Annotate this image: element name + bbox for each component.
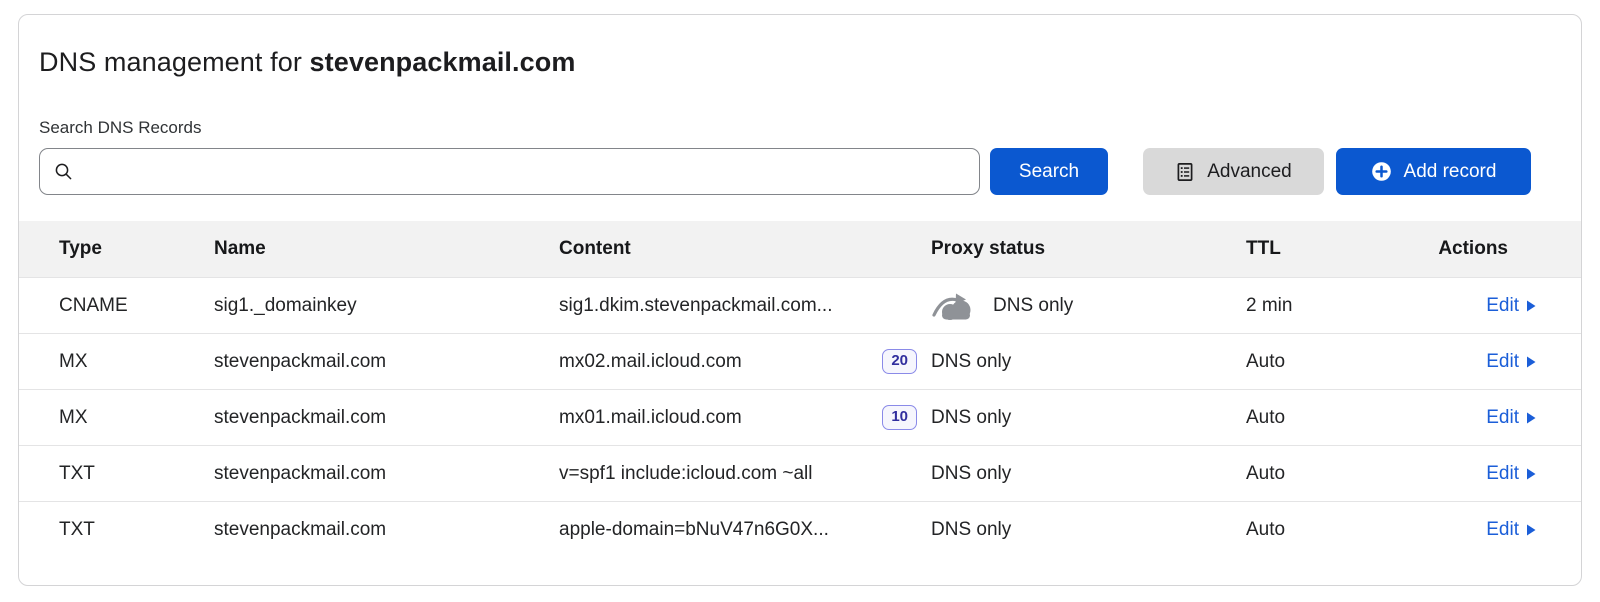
page-title-domain: stevenpackmail.com — [310, 47, 576, 77]
edit-link-label: Edit — [1486, 295, 1519, 317]
record-type: CNAME — [59, 295, 214, 317]
record-content: sig1.dkim.stevenpackmail.com... — [559, 295, 931, 317]
search-box[interactable] — [39, 148, 980, 195]
dns-records-table: Type Name Content Proxy status TTL Actio… — [19, 221, 1581, 557]
search-button[interactable]: Search — [990, 148, 1108, 195]
record-type: TXT — [59, 463, 214, 485]
arrow-right-icon — [1527, 412, 1536, 424]
header-actions: Actions — [1376, 238, 1536, 260]
plus-circle-icon — [1371, 161, 1392, 182]
record-ttl: Auto — [1246, 519, 1376, 541]
record-actions: Edit — [1376, 407, 1536, 429]
record-type: TXT — [59, 519, 214, 541]
page-title-prefix: DNS management for — [39, 47, 310, 77]
record-name: stevenpackmail.com — [214, 351, 559, 373]
search-input[interactable] — [83, 161, 965, 182]
record-ttl: Auto — [1246, 407, 1376, 429]
record-proxy-status: DNS only — [931, 519, 1246, 541]
edit-link-label: Edit — [1486, 463, 1519, 485]
add-record-button-label: Add record — [1404, 161, 1497, 183]
table-row: TXT stevenpackmail.com apple-domain=bNuV… — [19, 501, 1581, 557]
search-label: Search DNS Records — [39, 118, 1561, 138]
edit-link-label: Edit — [1486, 407, 1519, 429]
table-row: CNAME sig1._domainkey sig1.dkim.stevenpa… — [19, 277, 1581, 333]
edit-link-label: Edit — [1486, 351, 1519, 373]
record-ttl: Auto — [1246, 351, 1376, 373]
record-content-text: mx01.mail.icloud.com — [559, 407, 742, 429]
record-content: v=spf1 include:icloud.com ~all — [559, 463, 931, 485]
dns-management-card: DNS management for stevenpackmail.com Se… — [18, 14, 1582, 586]
record-proxy-status: DNS only — [931, 351, 1246, 373]
search-icon — [54, 162, 73, 181]
edit-link[interactable]: Edit — [1486, 519, 1536, 541]
record-content-text: apple-domain=bNuV47n6G0X... — [559, 519, 829, 541]
proxy-status-text: DNS only — [931, 407, 1011, 429]
record-name: stevenpackmail.com — [214, 519, 559, 541]
record-name: stevenpackmail.com — [214, 407, 559, 429]
record-content: apple-domain=bNuV47n6G0X... — [559, 519, 931, 541]
record-name: stevenpackmail.com — [214, 463, 559, 485]
record-content: mx01.mail.icloud.com 10 — [559, 405, 931, 430]
header-type: Type — [59, 238, 214, 260]
record-actions: Edit — [1376, 351, 1536, 373]
proxy-status-text: DNS only — [993, 295, 1073, 317]
table-header-row: Type Name Content Proxy status TTL Actio… — [19, 221, 1581, 277]
arrow-right-icon — [1527, 468, 1536, 480]
record-ttl: 2 min — [1246, 295, 1376, 317]
arrow-right-icon — [1527, 524, 1536, 536]
record-ttl: Auto — [1246, 463, 1376, 485]
record-proxy-status: DNS only — [931, 463, 1246, 485]
proxy-status-text: DNS only — [931, 351, 1011, 373]
edit-link[interactable]: Edit — [1486, 463, 1536, 485]
record-actions: Edit — [1376, 295, 1536, 317]
arrow-right-icon — [1527, 356, 1536, 368]
advanced-button-label: Advanced — [1207, 161, 1292, 183]
proxy-status-text: DNS only — [931, 463, 1011, 485]
record-content-text: v=spf1 include:icloud.com ~all — [559, 463, 812, 485]
record-actions: Edit — [1376, 519, 1536, 541]
table-row: MX stevenpackmail.com mx01.mail.icloud.c… — [19, 389, 1581, 445]
table-row: MX stevenpackmail.com mx02.mail.icloud.c… — [19, 333, 1581, 389]
add-record-button[interactable]: Add record — [1336, 148, 1531, 195]
table-body: CNAME sig1._domainkey sig1.dkim.stevenpa… — [19, 277, 1581, 557]
edit-link[interactable]: Edit — [1486, 295, 1536, 317]
edit-link-label: Edit — [1486, 519, 1519, 541]
priority-badge: 20 — [882, 349, 917, 374]
edit-link[interactable]: Edit — [1486, 407, 1536, 429]
header-name: Name — [214, 238, 559, 260]
cloud-dns-only-icon — [931, 291, 977, 321]
page-title: DNS management for stevenpackmail.com — [39, 47, 1561, 78]
record-type: MX — [59, 407, 214, 429]
record-name: sig1._domainkey — [214, 295, 559, 317]
advanced-list-icon — [1175, 162, 1195, 182]
priority-badge: 10 — [882, 405, 917, 430]
record-content-text: sig1.dkim.stevenpackmail.com... — [559, 295, 833, 317]
record-type: MX — [59, 351, 214, 373]
proxy-status-text: DNS only — [931, 519, 1011, 541]
edit-link[interactable]: Edit — [1486, 351, 1536, 373]
search-row: Search Advanced — [39, 148, 1531, 195]
record-content: mx02.mail.icloud.com 20 — [559, 349, 931, 374]
record-proxy-status: DNS only — [931, 291, 1246, 321]
record-content-text: mx02.mail.icloud.com — [559, 351, 742, 373]
header-content: Content — [559, 238, 931, 260]
advanced-button[interactable]: Advanced — [1143, 148, 1324, 195]
arrow-right-icon — [1527, 300, 1536, 312]
record-proxy-status: DNS only — [931, 407, 1246, 429]
header-proxy-status: Proxy status — [931, 238, 1246, 260]
table-row: TXT stevenpackmail.com v=spf1 include:ic… — [19, 445, 1581, 501]
record-actions: Edit — [1376, 463, 1536, 485]
header-ttl: TTL — [1246, 238, 1376, 260]
